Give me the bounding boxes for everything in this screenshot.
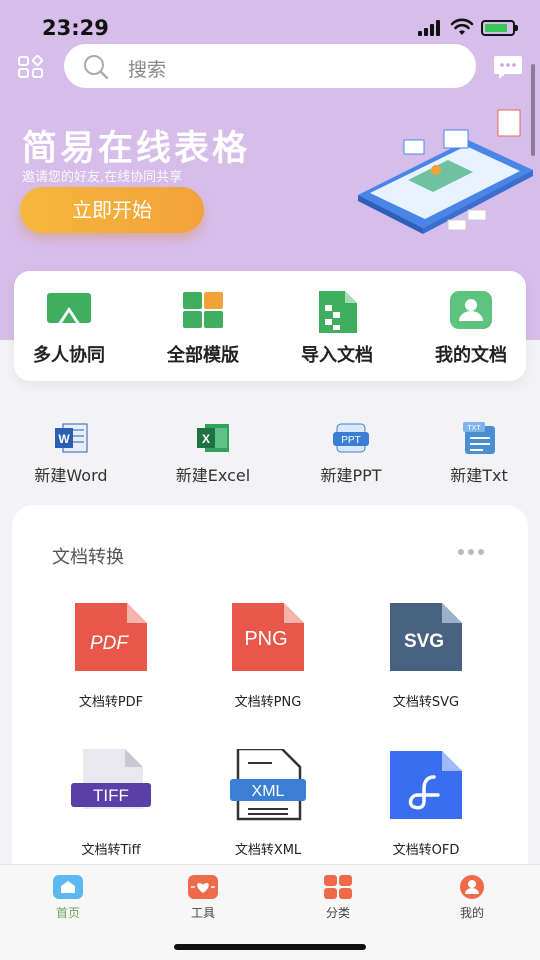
- all-templates-button[interactable]: 全部模版: [143, 291, 263, 367]
- png-file-icon: PNG: [228, 601, 308, 673]
- convert-svg-label: 文档转SVG: [392, 695, 460, 710]
- new-word-button[interactable]: W 新建Word: [11, 420, 131, 486]
- message-icon[interactable]: [493, 54, 523, 80]
- banner-title: 简易在线表格: [22, 129, 251, 169]
- ppt-icon: PPT: [333, 420, 369, 456]
- new-word-label: 新建Word: [34, 466, 108, 485]
- my-docs-button[interactable]: 我的文档: [411, 291, 531, 367]
- home-icon: [53, 875, 83, 899]
- tab-profile[interactable]: 我的: [432, 875, 512, 921]
- pdf-file-icon: PDF: [71, 601, 151, 673]
- txt-icon: TXT: [461, 420, 497, 456]
- svg-badge: SVG: [404, 631, 444, 652]
- convert-png-label: 文档转PNG: [234, 695, 302, 710]
- convert-pdf-label: 文档转PDF: [78, 695, 144, 710]
- convert-xml-button[interactable]: XML 文档转XML: [193, 747, 343, 858]
- ofd-file-icon: [386, 749, 466, 821]
- apps-grid-icon[interactable]: [18, 55, 46, 79]
- new-ppt-button[interactable]: PPT 新建PPT: [291, 420, 411, 486]
- new-excel-button[interactable]: X 新建Excel: [153, 420, 273, 486]
- all-templates-label: 全部模版: [167, 345, 239, 366]
- svg-text:PPT: PPT: [341, 435, 360, 446]
- svg-text:TXT: TXT: [467, 425, 481, 432]
- more-icon[interactable]: [458, 549, 486, 557]
- import-doc-button[interactable]: 导入文档: [277, 291, 397, 367]
- new-ppt-label: 新建PPT: [320, 466, 382, 485]
- new-txt-button[interactable]: TXT 新建Txt: [419, 420, 539, 486]
- user-doc-icon: [449, 291, 493, 329]
- xml-badge: XML: [252, 783, 285, 800]
- import-sheet-icon: [315, 291, 359, 333]
- tab-home[interactable]: 首页: [28, 875, 108, 921]
- convert-xml-label: 文档转XML: [234, 843, 302, 858]
- png-badge: PNG: [244, 628, 287, 650]
- toolbox-icon: [188, 875, 218, 899]
- convert-pdf-button[interactable]: PDF 文档转PDF: [36, 601, 186, 710]
- start-button[interactable]: 立即开始: [20, 187, 204, 233]
- tab-tools[interactable]: 工具: [163, 875, 243, 921]
- tiff-file-icon: TIFF: [71, 749, 151, 821]
- search-icon: [84, 55, 109, 80]
- scrollbar[interactable]: [531, 64, 535, 156]
- import-doc-label: 导入文档: [301, 345, 373, 366]
- convert-svg-button[interactable]: SVG 文档转SVG: [351, 601, 501, 710]
- convert-tiff-label: 文档转Tiff: [81, 843, 141, 858]
- tab-category[interactable]: 分类: [298, 875, 378, 921]
- signal-icon: [418, 20, 444, 36]
- banner-subtitle: 邀请您的好友,在线协同共享: [22, 170, 183, 185]
- tab-category-label: 分类: [325, 906, 350, 920]
- status-time: 23:29: [42, 16, 109, 40]
- convert-png-button[interactable]: PNG 文档转PNG: [193, 601, 343, 710]
- new-excel-label: 新建Excel: [175, 466, 251, 485]
- my-docs-label: 我的文档: [435, 345, 507, 366]
- home-indicator: [174, 944, 366, 950]
- tab-home-label: 首页: [55, 906, 80, 920]
- excel-icon: X: [195, 420, 231, 456]
- conversion-title: 文档转换: [52, 547, 124, 568]
- template-grid-icon: [181, 291, 225, 329]
- search-input[interactable]: 搜索: [64, 44, 476, 88]
- word-icon: W: [53, 420, 89, 456]
- convert-ofd-label: 文档转OFD: [392, 843, 460, 858]
- quick-actions-card: 多人协同 全部模版 导入文档 我的文档: [14, 271, 526, 381]
- collaborate-button[interactable]: 多人协同: [9, 291, 129, 367]
- xml-file-icon: XML: [228, 747, 308, 821]
- spreadsheet-illustration: [358, 109, 533, 234]
- tiff-badge: TIFF: [93, 786, 129, 805]
- collaborate-label: 多人协同: [33, 345, 105, 366]
- tab-tools-label: 工具: [190, 906, 215, 920]
- category-grid-icon: [323, 875, 353, 899]
- search-placeholder: 搜索: [128, 59, 167, 81]
- pdf-badge: PDF: [90, 633, 129, 654]
- wifi-icon: [450, 18, 474, 35]
- battery-icon: [481, 20, 518, 36]
- conversion-card: 文档转换 PDF 文档转PDF PNG 文档转PNG SVG 文档转SVG TI…: [12, 505, 528, 885]
- svg-text:W: W: [58, 432, 70, 446]
- new-txt-label: 新建Txt: [450, 466, 508, 485]
- profile-icon: [457, 875, 487, 899]
- tab-profile-label: 我的: [459, 906, 484, 920]
- convert-ofd-button[interactable]: 文档转OFD: [351, 749, 501, 858]
- svg-text:X: X: [202, 432, 210, 446]
- convert-tiff-button[interactable]: TIFF 文档转Tiff: [36, 749, 186, 858]
- svg-file-icon: SVG: [386, 601, 466, 673]
- screen-share-icon: [47, 291, 91, 329]
